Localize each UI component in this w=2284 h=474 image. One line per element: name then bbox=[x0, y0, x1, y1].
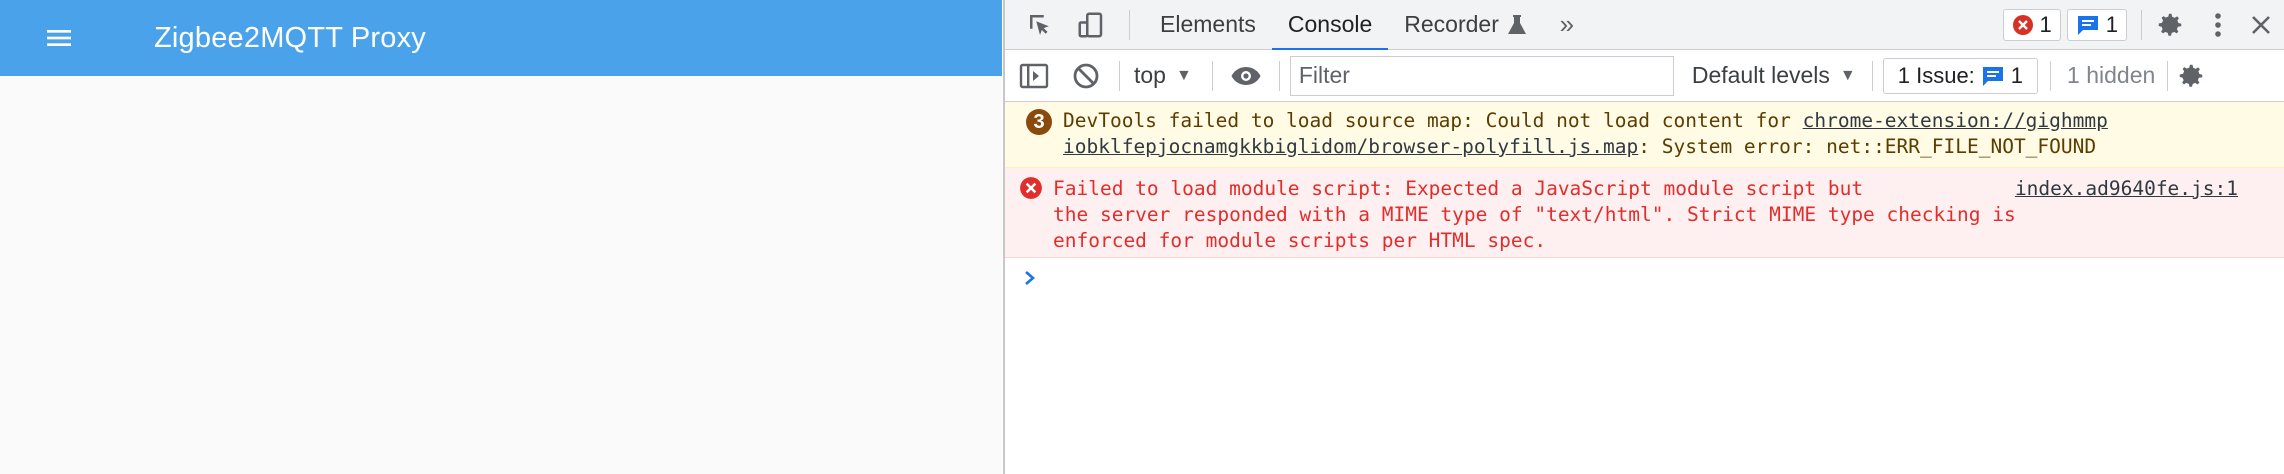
devtools-tabbar: Elements Console Recorder » 1 1 bbox=[1005, 0, 2284, 51]
app-bar: Zigbee2MQTT Proxy bbox=[0, 0, 1002, 76]
tab-console[interactable]: Console bbox=[1271, 0, 1389, 51]
app-title: Zigbee2MQTT Proxy bbox=[154, 21, 427, 54]
dropdown-arrow-icon: ▼ bbox=[1175, 66, 1192, 84]
close-icon bbox=[2252, 15, 2270, 34]
tab-elements[interactable]: Elements bbox=[1144, 0, 1272, 50]
log-levels-dropdown[interactable]: Default levels ▼ bbox=[1692, 62, 1856, 89]
divider bbox=[1871, 60, 1873, 91]
console-prompt[interactable] bbox=[1005, 258, 2284, 298]
message-icon bbox=[1982, 66, 2003, 86]
divider bbox=[1129, 9, 1130, 40]
error-source-link[interactable]: index.ad9640fe.js:1 bbox=[2015, 176, 2238, 202]
more-tabs-button[interactable]: » bbox=[1543, 0, 1591, 50]
chevron-double-right-icon: » bbox=[1559, 9, 1575, 39]
warning-line-1: DevTools failed to load source map: Coul… bbox=[1063, 109, 2108, 132]
show-sidebar-button[interactable] bbox=[1007, 50, 1061, 102]
divider bbox=[1278, 60, 1280, 91]
app-window: Zigbee2MQTT Proxy bbox=[0, 0, 1002, 474]
inspect-element-button[interactable] bbox=[1013, 0, 1067, 50]
warning-line-2: iobklfepjocnamgkkbiglidom/browser-polyfi… bbox=[1063, 135, 2097, 158]
clear-console-button[interactable] bbox=[1061, 50, 1111, 102]
menu-button[interactable] bbox=[0, 0, 118, 76]
settings-button[interactable] bbox=[2142, 0, 2198, 50]
error-count-badge[interactable]: 1 bbox=[2002, 8, 2061, 41]
close-devtools-button[interactable] bbox=[2238, 0, 2284, 50]
console-warning-message: 3 DevTools failed to load source map: Co… bbox=[1005, 102, 2284, 168]
console-settings-button[interactable] bbox=[2168, 50, 2214, 102]
error-icon bbox=[2012, 14, 2033, 35]
error-line-3: enforced for module scripts per HTML spe… bbox=[1053, 229, 1547, 252]
console-error-message: Failed to load module script: Expected a… bbox=[1005, 168, 2284, 258]
hamburger-menu-icon bbox=[47, 30, 71, 46]
context-selector[interactable]: top ▼ bbox=[1128, 62, 1200, 89]
more-options-button[interactable] bbox=[2198, 0, 2238, 50]
devtools-panel: Elements Console Recorder » 1 1 top ▼ Fi… bbox=[1003, 0, 2284, 474]
filter-input[interactable] bbox=[1289, 55, 1674, 96]
block-icon bbox=[1073, 63, 1099, 88]
inspect-element-icon bbox=[1030, 14, 1049, 35]
tab-recorder[interactable]: Recorder bbox=[1388, 0, 1543, 50]
source-map-link[interactable]: chrome-extension://gighmmp bbox=[1803, 109, 2108, 132]
issues-button[interactable]: 1 Issue: 1 bbox=[1882, 57, 2039, 94]
device-toolbar-button[interactable] bbox=[1067, 0, 1115, 50]
gear-icon bbox=[2158, 13, 2182, 36]
divider bbox=[1119, 60, 1120, 91]
gear-icon bbox=[2180, 64, 2203, 87]
sidebar-toggle-icon bbox=[1019, 63, 1049, 88]
message-icon bbox=[2077, 15, 2098, 35]
source-map-link-continued[interactable]: iobklfepjocnamgkkbiglidom/browser-polyfi… bbox=[1063, 135, 1638, 158]
message-count-badge[interactable]: 1 bbox=[2066, 8, 2127, 41]
kebab-menu-icon bbox=[2215, 12, 2221, 37]
device-toggle-icon bbox=[1078, 12, 1103, 37]
hidden-count: 1 hidden bbox=[2067, 62, 2156, 88]
live-expression-button[interactable] bbox=[1221, 50, 1271, 102]
eye-icon bbox=[1231, 66, 1261, 85]
error-icon bbox=[1020, 177, 1042, 199]
divider bbox=[1211, 60, 1213, 91]
console-toolbar: top ▼ Default levels ▼ 1 Issue: 1 bbox=[1005, 50, 2284, 102]
divider bbox=[2050, 60, 2052, 91]
repeat-count-badge: 3 bbox=[1025, 108, 1053, 143]
flask-icon bbox=[1507, 14, 1526, 34]
prompt-chevron-icon bbox=[1025, 271, 1035, 285]
error-line-2: the server responded with a MIME type of… bbox=[1053, 203, 2016, 226]
dropdown-arrow-icon: ▼ bbox=[1839, 66, 1856, 84]
